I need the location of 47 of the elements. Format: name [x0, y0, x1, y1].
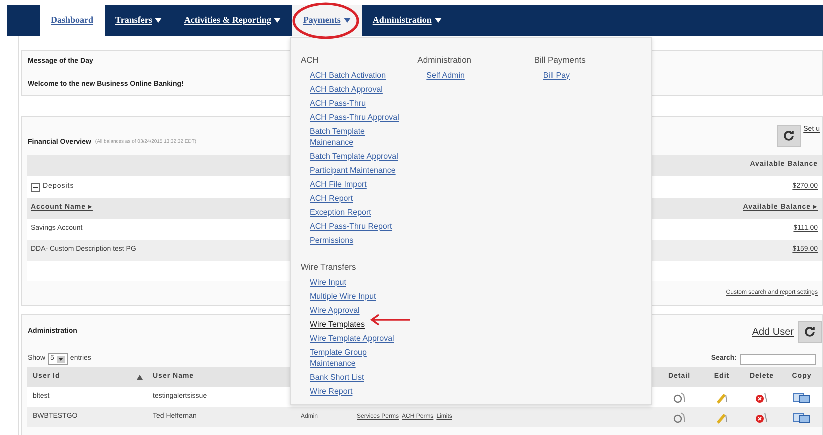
nav-tab[interactable]: Transfers: [104, 5, 174, 36]
menu-link[interactable]: Bank Short List: [310, 370, 364, 384]
menu-link[interactable]: Permissions: [310, 233, 354, 247]
menu-link[interactable]: Batch Template Approval: [310, 149, 398, 163]
menu-link[interactable]: ACH Pass-Thru Report: [310, 219, 392, 233]
menu-heading: Administration: [418, 54, 472, 66]
highlight-circle: [292, 2, 360, 40]
refresh-icon: [782, 130, 795, 142]
add-user-link[interactable]: Add User: [752, 324, 794, 340]
menu-link[interactable]: Wire Template Approval: [310, 331, 394, 345]
nav-tab[interactable]: Administration: [362, 5, 453, 36]
copy-icon[interactable]: [793, 390, 811, 404]
collapse-icon[interactable]: [31, 182, 40, 192]
menu-link[interactable]: ACH Pass-Thru Approval: [310, 110, 400, 124]
search-field[interactable]: [740, 354, 816, 364]
menu-link[interactable]: ACH Batch Approval: [310, 82, 383, 96]
magnifier-icon[interactable]: [672, 410, 686, 424]
nav-tab[interactable]: Dashboard: [40, 5, 105, 36]
menu-link[interactable]: Wire Approval: [310, 303, 360, 317]
delete-icon[interactable]: [755, 410, 769, 424]
refresh-button[interactable]: [798, 321, 822, 343]
magnifier-icon[interactable]: [672, 390, 686, 404]
menu-link[interactable]: ACH Batch Activation: [310, 68, 386, 82]
menu-link[interactable]: Batch Template Mainenance: [310, 124, 410, 149]
nav-tab[interactable]: Activities & Reporting: [173, 5, 292, 36]
menu-link[interactable]: Wire Templates: [310, 317, 365, 331]
menu-link[interactable]: Wire Input: [310, 275, 346, 289]
menu-link[interactable]: Multiple Wire Input: [310, 289, 376, 303]
menu-link[interactable]: ACH Report: [310, 191, 354, 205]
menu-heading: Wire Transfers: [301, 261, 356, 273]
menu-link[interactable]: Exception Report: [310, 205, 372, 219]
menu-link[interactable]: Participant Maintenance: [310, 163, 396, 177]
menu-link[interactable]: Self Admin: [426, 68, 465, 82]
refresh-icon: [804, 326, 816, 338]
menu-link[interactable]: Bill Pay: [543, 68, 570, 82]
menu-link[interactable]: ACH File Import: [310, 177, 367, 191]
pointer-arrow: [370, 314, 410, 326]
menu-link[interactable]: Template Group Maintenance: [310, 345, 410, 370]
refresh-button[interactable]: [776, 125, 801, 147]
delete-icon[interactable]: [755, 390, 769, 404]
menu-link[interactable]: ACH Pass-Thru: [310, 96, 366, 110]
menu-heading: ACH: [301, 54, 319, 66]
menu-link[interactable]: Wire Report: [310, 384, 353, 398]
caret-icon: [57, 356, 66, 362]
sort-arrow-icon[interactable]: [137, 374, 143, 380]
menu-heading: Bill Payments: [534, 54, 586, 66]
copy-icon[interactable]: [793, 410, 811, 424]
